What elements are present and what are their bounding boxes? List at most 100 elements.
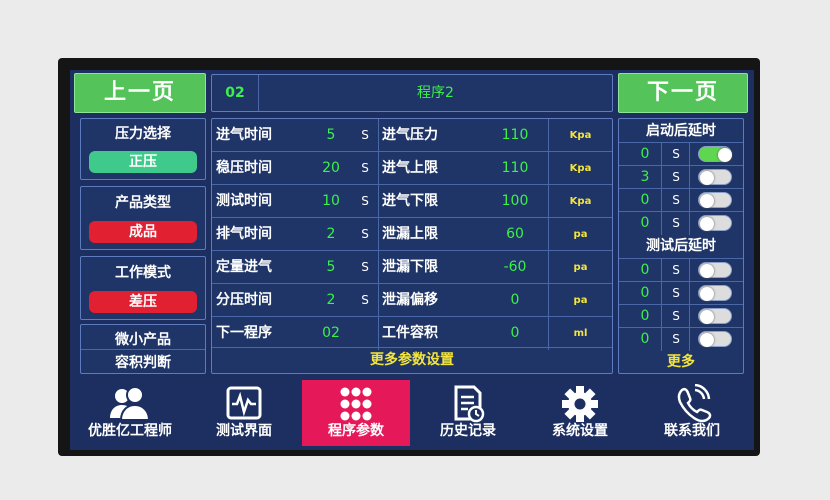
product-type-button[interactable]: 成品 (89, 221, 197, 243)
phone-icon (670, 383, 714, 424)
param-value-input[interactable]: 110 (482, 152, 548, 185)
divider (661, 282, 662, 305)
nav-label: 联系我们 (664, 423, 720, 439)
param-value-input[interactable]: 0 (482, 317, 548, 350)
divider (378, 152, 379, 185)
delay-toggle[interactable] (698, 169, 732, 185)
parameter-table: 进气时间 5 S 进气压力 110 Kpa 稳压时间 20 S 进气上限 110… (211, 118, 613, 374)
delay-value-input[interactable]: 0 (633, 143, 657, 166)
param-value-input[interactable]: 110 (482, 119, 548, 152)
delay-value-input[interactable]: 0 (633, 305, 657, 328)
delay-toggle[interactable] (698, 331, 732, 347)
divider (378, 185, 379, 218)
nav-engineer-tab[interactable]: 优胜亿工程师 (76, 380, 184, 446)
pressure-select-button[interactable]: 正压 (89, 151, 197, 173)
delay-toggle[interactable] (698, 192, 732, 208)
next-page-button[interactable]: 下一页 (618, 73, 748, 113)
param-value-input[interactable]: 100 (482, 185, 548, 218)
work-mode-title: 工作模式 (115, 265, 171, 281)
divider (661, 212, 662, 235)
toggle-knob (700, 194, 714, 208)
param-value-input[interactable]: 02 (308, 317, 354, 350)
param-value-input[interactable]: 20 (308, 152, 354, 185)
delay-row: 0 S (619, 211, 743, 235)
divider (689, 259, 690, 282)
delay-toggle[interactable] (698, 262, 732, 278)
param-unit: ml (573, 328, 588, 339)
param-row: 下一程序 02 工件容积 0 ml (212, 317, 612, 350)
nav-label: 程序参数 (328, 423, 384, 439)
param-value-input[interactable]: 2 (308, 284, 354, 317)
param-value-input[interactable]: 2 (308, 218, 354, 251)
divider (378, 284, 379, 317)
delay-value-input[interactable]: 3 (633, 166, 657, 189)
nav-gear-tab[interactable]: 系统设置 (526, 380, 634, 446)
param-value-input[interactable]: 60 (482, 218, 548, 251)
divider (661, 143, 662, 166)
param-label: 测试时间 (216, 193, 272, 209)
divider (689, 305, 690, 328)
nav-history-document-tab[interactable]: 历史记录 (414, 380, 522, 446)
param-value-input[interactable]: 0 (482, 284, 548, 317)
engineer-icon (108, 384, 152, 424)
program-title[interactable]: 程序2 (259, 75, 612, 111)
delay-toggle[interactable] (698, 285, 732, 301)
delay-unit: S (672, 309, 680, 323)
program-number[interactable]: 02 (212, 75, 258, 111)
delay-row: 0 S (619, 188, 743, 212)
param-row: 定量进气 5 S 泄漏下限 -60 pa (212, 251, 612, 284)
param-label: 进气上限 (382, 160, 438, 176)
param-label: 泄漏上限 (382, 226, 438, 242)
nav-waveform-monitor-tab[interactable]: 测试界面 (190, 380, 298, 446)
param-label: 进气时间 (216, 127, 272, 143)
divider (378, 317, 379, 350)
nav-phone-tab[interactable]: 联系我们 (638, 380, 746, 446)
divider (378, 251, 379, 284)
divider (378, 218, 379, 251)
param-label: 进气压力 (382, 127, 438, 143)
delay-value-input[interactable]: 0 (633, 212, 657, 235)
param-unit: Kpa (569, 130, 592, 141)
nav-label: 系统设置 (552, 423, 608, 439)
param-value-input[interactable]: 5 (308, 119, 354, 152)
delay-row: 0 S (619, 142, 743, 166)
more-delay-button[interactable]: 更多 (619, 352, 743, 372)
param-label: 泄漏下限 (382, 259, 438, 275)
param-unit: Kpa (569, 196, 592, 207)
delay-value-input[interactable]: 0 (633, 328, 657, 351)
product-type-group: 产品类型 成品 (80, 186, 206, 250)
prev-page-button[interactable]: 上一页 (74, 73, 206, 113)
param-value-input[interactable]: 5 (308, 251, 354, 284)
work-mode-button[interactable]: 差压 (89, 291, 197, 313)
param-unit: pa (573, 295, 588, 306)
param-label: 工件容积 (382, 325, 438, 341)
delay-row: 0 S (619, 304, 743, 328)
micro-product-label: 微小产品 (115, 332, 171, 348)
divider (661, 189, 662, 212)
program-header: 02 程序2 (211, 74, 613, 112)
delay-toggle[interactable] (698, 146, 732, 162)
param-unit: S (361, 194, 369, 208)
param-value-input[interactable]: 10 (308, 185, 354, 218)
delay-value-input[interactable]: 0 (633, 189, 657, 212)
toggle-knob (700, 264, 714, 278)
more-params-button[interactable]: 更多参数设置 (212, 348, 612, 373)
volume-judge-label: 容积判断 (115, 355, 171, 371)
param-unit: pa (573, 262, 588, 273)
start-delay-title: 启动后延时 (646, 123, 716, 139)
delay-toggle[interactable] (698, 215, 732, 231)
waveform-monitor-icon (222, 384, 266, 424)
delay-toggle[interactable] (698, 308, 732, 324)
param-value-input[interactable]: -60 (482, 251, 548, 284)
nav-grid-dots-tab[interactable]: 程序参数 (302, 380, 410, 446)
divider (689, 189, 690, 212)
toggle-knob (700, 310, 714, 324)
delay-value-input[interactable]: 0 (633, 282, 657, 305)
delay-unit: S (672, 216, 680, 230)
param-unit: S (361, 293, 369, 307)
micro-product-volume-button[interactable]: 微小产品 容积判断 (80, 324, 206, 374)
param-unit: S (361, 227, 369, 241)
delay-value-input[interactable]: 0 (633, 259, 657, 282)
toggle-knob (700, 217, 714, 231)
param-label: 排气时间 (216, 226, 272, 242)
